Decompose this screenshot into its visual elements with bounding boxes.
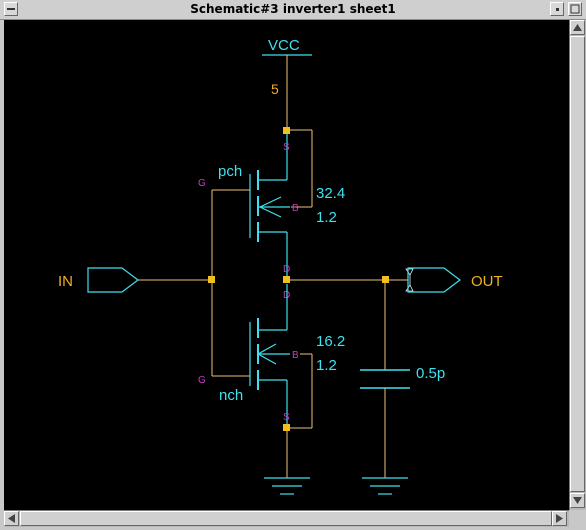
ground-node xyxy=(283,424,290,431)
ground-symbol-icon xyxy=(264,477,310,495)
pmos-model-label: pch xyxy=(218,163,242,180)
input-port-label: IN xyxy=(58,273,73,290)
arrow-left-icon xyxy=(8,514,15,523)
cap-node xyxy=(382,276,389,283)
pmos-drain-pin-label: D xyxy=(283,264,290,275)
output-port-label: OUT xyxy=(471,273,503,290)
horizontal-scrollbar[interactable] xyxy=(4,510,569,527)
pmos-source-pin-label: S xyxy=(283,142,290,153)
input-port-icon[interactable] xyxy=(87,267,139,293)
pmos-gate-pin-label: G xyxy=(198,178,206,189)
scroll-down-button[interactable] xyxy=(570,493,585,508)
vertical-scroll-thumb[interactable] xyxy=(570,36,585,492)
pmos-transistor[interactable] xyxy=(249,134,312,276)
output-port-icon[interactable] xyxy=(407,267,461,293)
horizontal-scroll-thumb[interactable] xyxy=(20,511,552,526)
minimize-icon xyxy=(556,8,559,11)
pmos-length-label: 1.2 xyxy=(316,209,337,226)
nmos-transistor[interactable] xyxy=(249,284,312,424)
nmos-width-label: 16.2 xyxy=(316,333,345,350)
arrow-right-icon xyxy=(556,514,563,523)
scroll-up-button[interactable] xyxy=(570,20,585,35)
pmos-bulk-pin-label: B xyxy=(292,203,299,214)
nmos-gate-pin-label: G xyxy=(198,375,206,386)
scroll-left-button[interactable] xyxy=(4,511,19,526)
nmos-model-label: nch xyxy=(219,387,243,404)
nmos-bulk-pin-label: B xyxy=(292,350,299,361)
window-title: Schematic#3 inverter1 sheet1 xyxy=(190,2,396,16)
vcc-value: 5 xyxy=(271,81,279,97)
probe-marker-bottom-icon xyxy=(405,284,414,292)
pmos-width-label: 32.4 xyxy=(316,185,345,202)
arrow-down-icon xyxy=(573,497,582,504)
title-bar[interactable]: Schematic#3 inverter1 sheet1 xyxy=(0,0,586,20)
nmos-source-pin-label: S xyxy=(283,412,290,423)
output-node xyxy=(283,276,290,283)
schematic-drawing: VCC 5 pch 32.4 1.2 S B G D IN OUT 16.2 1… xyxy=(58,37,503,495)
scroll-right-button[interactable] xyxy=(552,511,567,526)
vcc-label: VCC xyxy=(268,37,300,54)
maximize-icon xyxy=(570,4,580,14)
arrow-up-icon xyxy=(573,24,582,31)
cap-value-label: 0.5p xyxy=(416,365,445,382)
capacitor[interactable] xyxy=(360,369,410,389)
minimize-button[interactable] xyxy=(550,2,564,16)
scrollbar-corner xyxy=(569,510,586,527)
cap-ground-symbol-icon xyxy=(362,477,408,495)
gate-node xyxy=(208,276,215,283)
probe-marker-top-icon xyxy=(405,268,414,276)
vertical-scrollbar[interactable] xyxy=(569,20,586,510)
schematic-canvas[interactable]: VCC 5 pch 32.4 1.2 S B G D IN OUT 16.2 1… xyxy=(4,20,569,510)
nmos-length-label: 1.2 xyxy=(316,357,337,374)
schematic-window: Schematic#3 inverter1 sheet1 VCC 5 pch 3… xyxy=(0,0,586,530)
maximize-button[interactable] xyxy=(568,2,582,16)
vcc-node xyxy=(283,127,290,134)
